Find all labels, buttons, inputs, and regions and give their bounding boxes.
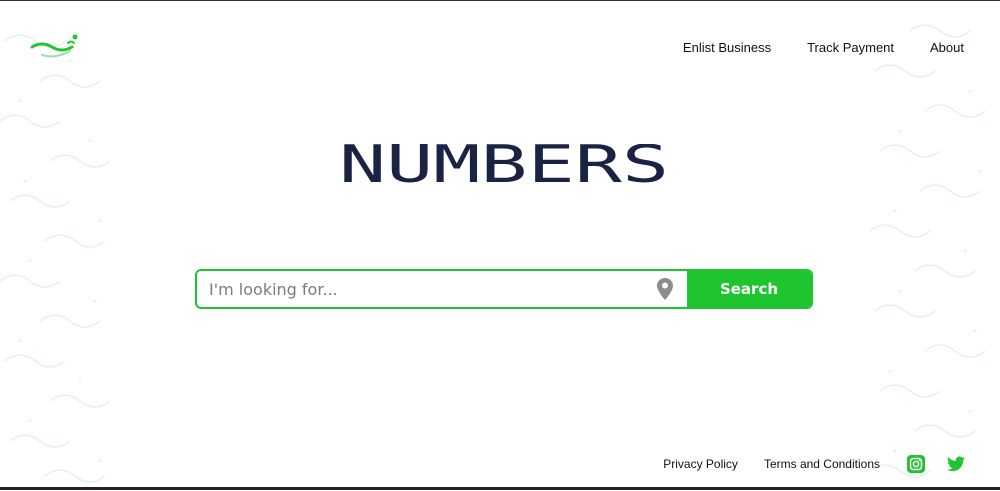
decorative-pattern-right: [870, 24, 986, 478]
footer-privacy-policy[interactable]: Privacy Policy: [663, 457, 738, 471]
nav-enlist-business[interactable]: Enlist Business: [683, 40, 771, 55]
footer-terms-conditions[interactable]: Terms and Conditions: [764, 457, 880, 471]
search-button[interactable]: Search: [687, 271, 811, 307]
search-input[interactable]: [197, 271, 643, 307]
instagram-icon[interactable]: [906, 454, 926, 474]
location-pin-icon[interactable]: [643, 271, 687, 307]
nav-track-payment[interactable]: Track Payment: [807, 40, 894, 55]
leaf-logo-icon[interactable]: [28, 31, 84, 61]
twitter-icon[interactable]: [946, 454, 966, 474]
footer: Privacy Policy Terms and Conditions: [663, 454, 966, 474]
search-bar: Search: [195, 269, 813, 309]
top-nav: Enlist Business Track Payment About: [683, 40, 964, 55]
brand-wordmark: NUMBERS: [339, 144, 669, 187]
nav-about[interactable]: About: [930, 40, 964, 55]
brand-wordmark-text: NUMBERS: [339, 144, 669, 187]
decorative-pattern-left: [0, 34, 111, 483]
